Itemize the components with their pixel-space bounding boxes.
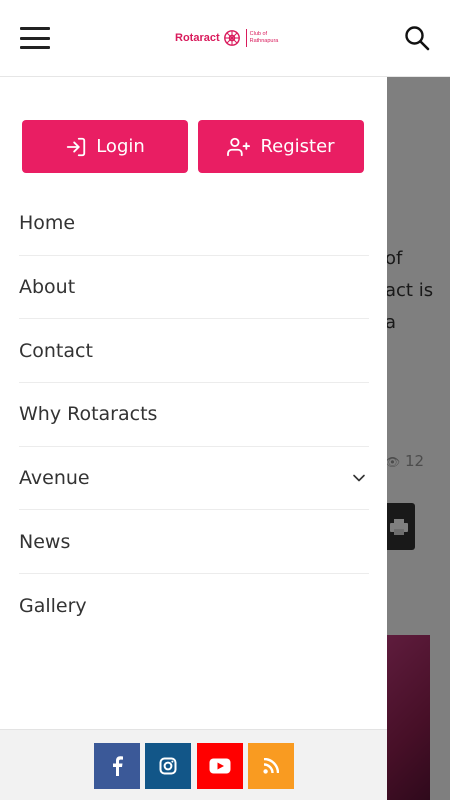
menu-item-avenue[interactable]: Avenue bbox=[19, 447, 369, 511]
logo-word: Rotaract bbox=[175, 32, 220, 44]
menu-item-label: Avenue bbox=[19, 467, 90, 490]
login-label: Login bbox=[96, 136, 145, 157]
facebook-button[interactable] bbox=[94, 743, 140, 789]
menu-item-news[interactable]: News bbox=[19, 510, 369, 575]
add-user-icon bbox=[227, 137, 251, 156]
youtube-button[interactable] bbox=[197, 743, 243, 789]
menu-item-gallery[interactable]: Gallery bbox=[19, 574, 369, 638]
menu-icon[interactable] bbox=[20, 27, 50, 49]
login-button[interactable]: Login bbox=[22, 120, 188, 173]
instagram-button[interactable] bbox=[145, 743, 191, 789]
rss-button[interactable] bbox=[248, 743, 294, 789]
chevron-down-icon[interactable] bbox=[352, 471, 366, 485]
menu-item-label: Contact bbox=[19, 339, 93, 362]
menu-item-label: Why Rotaracts bbox=[19, 403, 158, 426]
register-label: Register bbox=[260, 136, 335, 157]
top-header: Rotaract Club of Rathnapura bbox=[0, 0, 450, 77]
logo-divider bbox=[245, 29, 247, 47]
drawer-menu: Home About Contact Why Rotaracts Avenue … bbox=[19, 192, 369, 638]
menu-item-about[interactable]: About bbox=[19, 256, 369, 320]
auth-buttons: Login Register bbox=[22, 120, 364, 173]
login-icon bbox=[67, 137, 86, 156]
social-bar bbox=[0, 729, 387, 800]
youtube-icon bbox=[209, 758, 231, 774]
logo-subtitle: Club of Rathnapura bbox=[250, 31, 279, 45]
menu-item-contact[interactable]: Contact bbox=[19, 319, 369, 384]
site-logo[interactable]: Rotaract Club of Rathnapura bbox=[175, 27, 278, 49]
rss-icon bbox=[263, 758, 279, 774]
menu-item-label: Gallery bbox=[19, 594, 87, 617]
menu-item-label: Home bbox=[19, 212, 76, 235]
logo-subtitle-line: Club of bbox=[249, 31, 268, 37]
menu-item-home[interactable]: Home bbox=[19, 192, 369, 256]
facebook-icon bbox=[113, 756, 123, 776]
menu-item-label: News bbox=[19, 530, 71, 553]
menu-item-why-rotaracts[interactable]: Why Rotaracts bbox=[19, 383, 369, 447]
logo-subtitle-line: Rathnapura bbox=[249, 38, 279, 44]
search-icon[interactable] bbox=[404, 25, 430, 51]
drawer-overlay[interactable] bbox=[387, 77, 450, 800]
instagram-icon bbox=[159, 757, 177, 775]
register-button[interactable]: Register bbox=[198, 120, 364, 173]
menu-item-label: About bbox=[19, 276, 76, 299]
rotary-wheel-icon bbox=[223, 30, 240, 46]
side-drawer: Login Register Home About Contact Why Ro… bbox=[0, 77, 387, 800]
